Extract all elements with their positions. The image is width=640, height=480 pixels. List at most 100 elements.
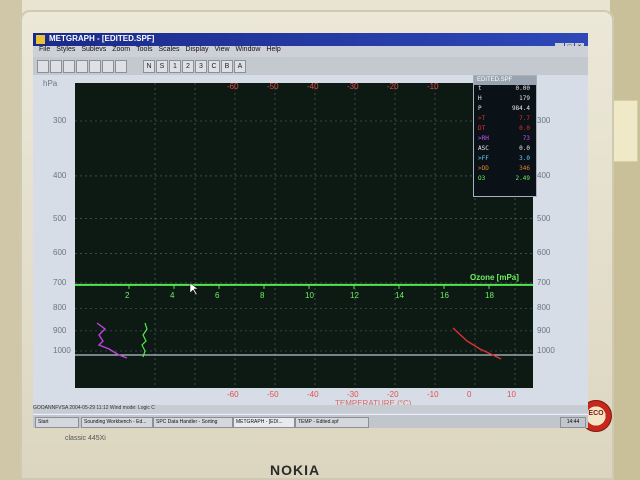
toolbar-button-c[interactable]: C xyxy=(208,60,220,73)
toolbar-tool-button[interactable] xyxy=(115,60,127,73)
menu-item-display[interactable]: Display xyxy=(186,46,209,53)
temperature-tick-top: -10 xyxy=(427,82,439,91)
pressure-tick-label-right: 500 xyxy=(537,213,551,223)
wall-left xyxy=(0,0,22,480)
menu-item-help[interactable]: Help xyxy=(266,46,280,53)
temperature-tick-top: -20 xyxy=(387,82,399,91)
info-panel-row: >DD 346 xyxy=(474,165,536,175)
pressure-tick-label-right: 900 xyxy=(537,325,551,335)
wall-right xyxy=(610,0,640,480)
info-panel-row: >RH 73 xyxy=(474,135,536,145)
pressure-tick-label-right: 300 xyxy=(537,116,551,125)
ozone-tick-label: 18 xyxy=(485,290,494,300)
menu-item-scales[interactable]: Scales xyxy=(159,46,180,53)
toolbar-tool-button[interactable] xyxy=(102,60,114,73)
info-value: 346 xyxy=(519,165,530,172)
info-value: 179 xyxy=(519,95,530,102)
taskbar-item[interactable]: SPC Data Handler - Sorting xyxy=(153,417,233,428)
info-key: >FF xyxy=(478,155,489,162)
toolbar-tool-button[interactable] xyxy=(89,60,101,73)
toolbar-button-3[interactable]: 3 xyxy=(195,60,207,73)
humidity-profile xyxy=(96,322,128,359)
pressure-tick-label: 300 xyxy=(53,116,67,125)
info-value: 2.49 xyxy=(515,175,530,182)
pressure-tick-label: 800 xyxy=(53,303,67,313)
menu-item-window[interactable]: Window xyxy=(236,46,261,53)
diagram-svg xyxy=(75,83,533,388)
ozone-tick-label: 14 xyxy=(395,290,404,300)
pressure-tick-label: 1000 xyxy=(53,346,71,355)
monitor-brand-logo: NOKIA xyxy=(270,462,321,478)
info-panel-row: t 0.00 xyxy=(474,85,536,95)
monitor-screen: METGRAPH - [EDITED.SPF] _□× File Styles Su… xyxy=(33,33,588,428)
toolbar-tool-button[interactable] xyxy=(50,60,62,73)
pressure-tick-label-right: 1000 xyxy=(537,346,555,355)
status-bar: GOOANNFVSA 2004-05-29 11:12 Wind mode: L… xyxy=(33,405,588,413)
ozone-tick-label: 4 xyxy=(170,290,175,300)
ozone-tick-label: 2 xyxy=(125,290,130,300)
temperature-tick-bottom: -50 xyxy=(267,390,279,399)
info-key: H xyxy=(478,95,482,102)
taskbar-item[interactable]: METGRAPH - [EDI... xyxy=(233,417,295,428)
info-value: 984.4 xyxy=(511,105,530,112)
toolbar-tool-button[interactable] xyxy=(63,60,75,73)
pressure-tick-label: 900 xyxy=(53,325,67,335)
menu-item-zoom[interactable]: Zoom xyxy=(112,46,130,53)
temperature-tick-bottom: 10 xyxy=(507,390,516,399)
toolbar-tool-button[interactable] xyxy=(37,60,49,73)
menu-item-sublevs[interactable]: Sublevs xyxy=(81,46,106,53)
menu-item-tools[interactable]: Tools xyxy=(136,46,152,53)
start-button[interactable]: Start xyxy=(35,417,79,428)
info-value: 3.0 xyxy=(519,155,530,162)
ozone-profile xyxy=(141,322,148,358)
info-key: ASC xyxy=(478,145,489,152)
taskbar-item[interactable]: Sounding Workbench - Ed... xyxy=(81,417,153,428)
info-panel-row: >T 7.7 xyxy=(474,115,536,125)
info-key: O3 xyxy=(478,175,486,182)
taskbar: 14:44 Start Sounding Workbench - Ed... SPC… xyxy=(33,414,588,428)
toolbar-button-s[interactable]: S xyxy=(156,60,168,73)
temperature-tick-bottom: -10 xyxy=(427,390,439,399)
toolbar-button-a[interactable]: A xyxy=(234,60,246,73)
toolbar-button-b[interactable]: B xyxy=(221,60,233,73)
info-panel-row: P 984.4 xyxy=(474,105,536,115)
info-panel: EDITED.SPF t 0.00 H 179 P 984.4 >T 7.7 DT 0.0 >RH 7… xyxy=(473,75,537,197)
temperature-tick-bottom: -30 xyxy=(347,390,359,399)
info-key: >DD xyxy=(478,165,489,172)
pressure-tick-label: 500 xyxy=(53,213,67,223)
info-value: 0.0 xyxy=(519,145,530,152)
info-key: >T xyxy=(478,115,486,122)
ozone-tick-label: 10 xyxy=(305,290,314,300)
menu-item-file[interactable]: File xyxy=(39,46,50,53)
ozone-tick-label: 16 xyxy=(440,290,449,300)
info-value: 73 xyxy=(522,135,530,142)
info-panel-row: H 179 xyxy=(474,95,536,105)
taskbar-clock: 14:44 xyxy=(560,417,586,428)
info-panel-row: O3 2.49 xyxy=(474,175,536,185)
toolbar-button-1[interactable]: 1 xyxy=(169,60,181,73)
menubar: File Styles Sublevs Zoom Tools Scales Display V… xyxy=(33,46,588,57)
toolbar-button-2[interactable]: 2 xyxy=(182,60,194,73)
pressure-tick-label-right: 400 xyxy=(537,170,551,180)
pressure-tick-label-right: 700 xyxy=(537,277,551,287)
temperature-tick-top: -40 xyxy=(307,82,319,91)
menu-item-view[interactable]: View xyxy=(214,46,229,53)
toolbar-tool-button[interactable] xyxy=(76,60,88,73)
monitor-model: classic 445Xi xyxy=(65,435,106,442)
toolbar: NS123CBA xyxy=(33,57,588,76)
pressure-tick-label-right: 600 xyxy=(537,248,551,258)
pressure-tick-label: 700 xyxy=(53,277,67,287)
temperature-tick-top: -60 xyxy=(227,82,239,91)
toolbar-button-n[interactable]: N xyxy=(143,60,155,73)
aerological-diagram[interactable] xyxy=(75,83,533,388)
pressure-unit-label: hPa xyxy=(43,79,58,88)
temperature-tick-bottom: -40 xyxy=(307,390,319,399)
menu-item-styles[interactable]: Styles xyxy=(56,46,75,53)
temperature-tick-bottom: 0 xyxy=(467,390,472,399)
ozone-tick-label: 8 xyxy=(260,290,265,300)
temperature-tick-bottom: -20 xyxy=(387,390,399,399)
taskbar-item[interactable]: TEMP - Edited.spf xyxy=(295,417,369,428)
info-key: DT xyxy=(478,125,486,132)
temperature-tick-top: -50 xyxy=(267,82,279,91)
info-panel-row: >FF 3.0 xyxy=(474,155,536,165)
